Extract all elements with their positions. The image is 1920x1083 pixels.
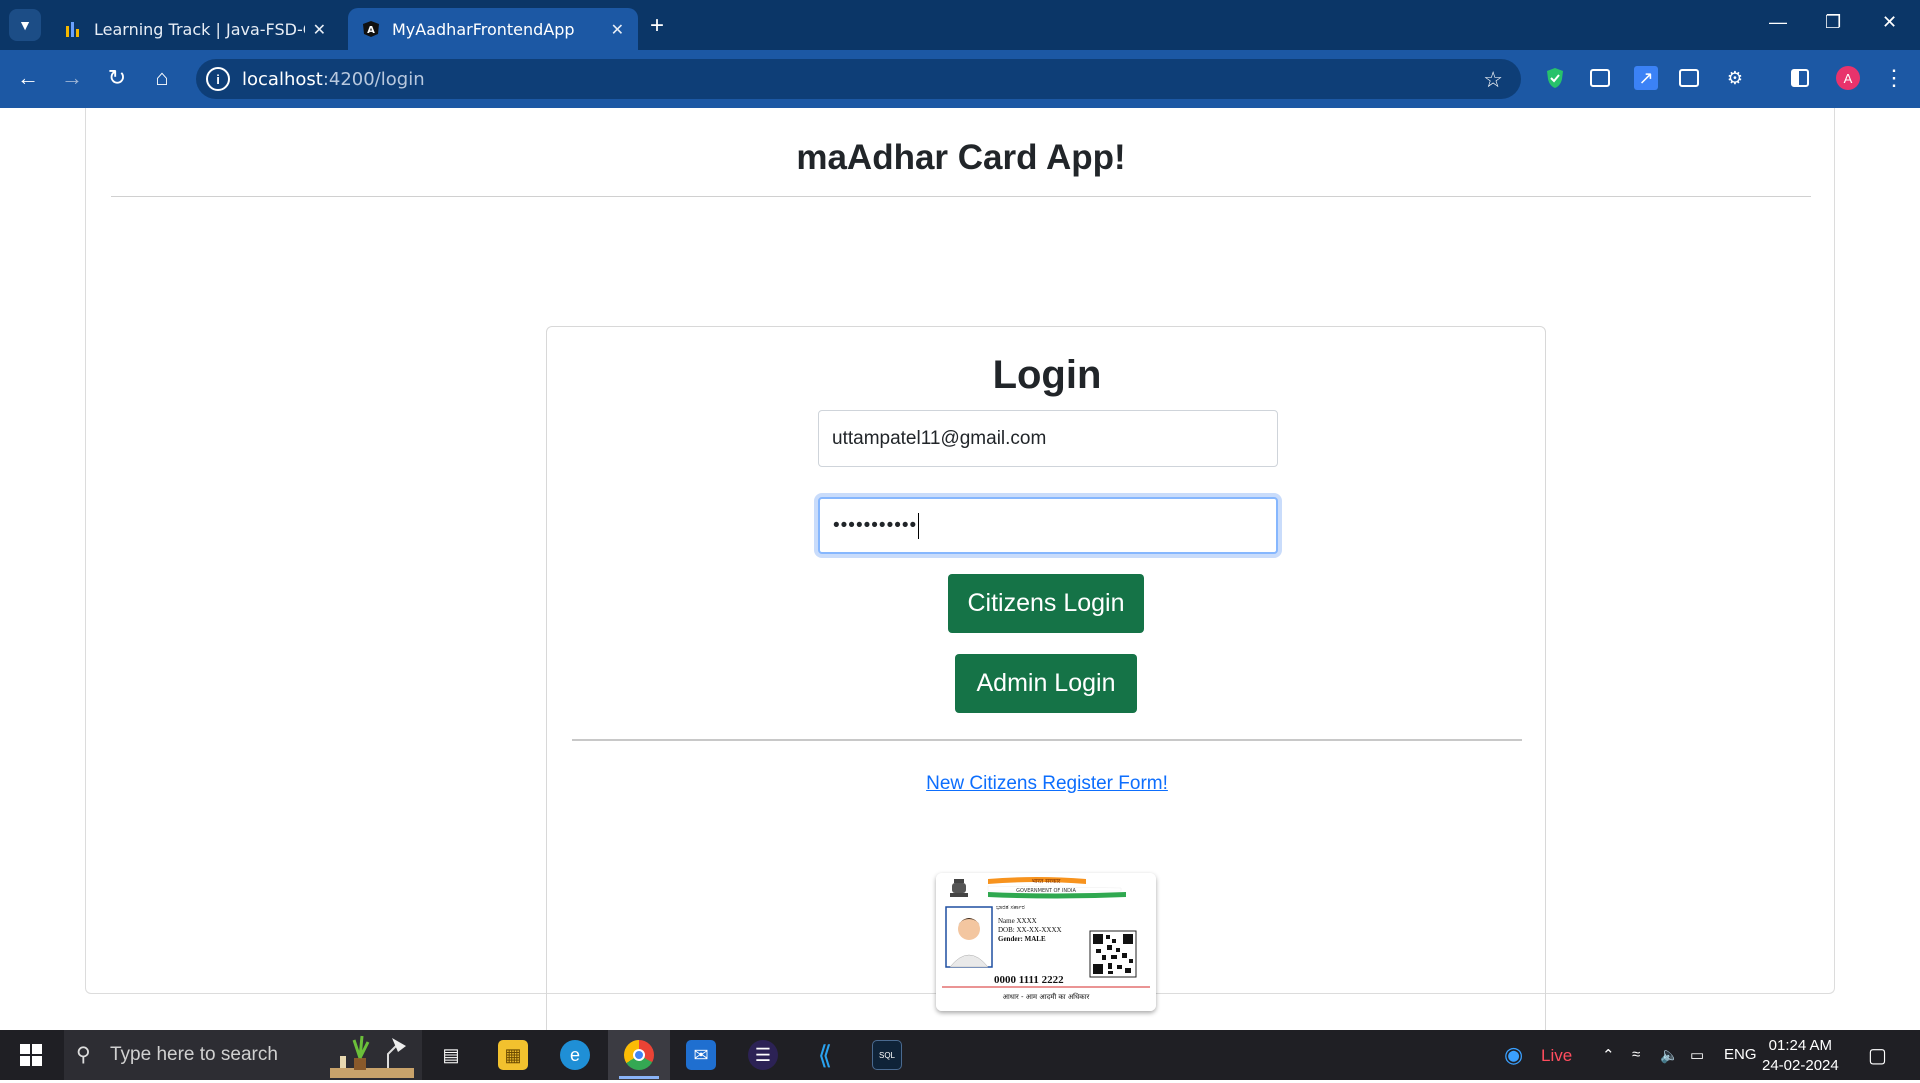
eclipse-ide-icon[interactable]: ☰ <box>748 1040 778 1070</box>
tab-learning-track[interactable]: Learning Track | Java-FSD-Capst ✕ <box>50 8 340 50</box>
login-card: Login uttampatel11@gmail.com •••••••••••… <box>546 326 1546 1078</box>
clock-time: 01:24 AM <box>1768 1037 1833 1054</box>
chrome-browser-icon[interactable] <box>624 1040 654 1070</box>
app-container: maAdhar Card App! Login uttampatel11@gma… <box>85 108 1835 1078</box>
angular-favicon-icon: A <box>362 20 380 38</box>
profile-avatar[interactable]: A <box>1836 66 1860 90</box>
app-title: maAdhar Card App! <box>796 138 1126 177</box>
minimize-icon[interactable]: — <box>1769 12 1787 33</box>
card-gender: Gender: MALE <box>998 935 1046 943</box>
address-bar[interactable]: i localhost:4200/login ☆ <box>196 59 1521 99</box>
login-heading: Login <box>992 353 1102 397</box>
search-icon: ⚲ <box>76 1044 91 1066</box>
gov-header-hindi: भारत सरकार <box>1032 878 1061 885</box>
clock-date: 24-02-2024 <box>1762 1057 1839 1074</box>
news-widget-icon[interactable]: ◉ <box>1504 1042 1523 1068</box>
card-footer: आधार - आम आदमी का अधिकार <box>1003 992 1090 1001</box>
wifi-icon[interactable]: ≈ <box>1632 1046 1640 1063</box>
file-explorer-icon[interactable]: ▦ <box>498 1040 528 1070</box>
card-number: 0000 1111 2222 <box>994 974 1064 986</box>
system-clock[interactable]: 01:24 AM 24-02-2024 <box>1762 1036 1839 1076</box>
bar-chart-favicon-icon <box>64 20 82 38</box>
task-view-icon[interactable]: ▤ <box>436 1040 466 1070</box>
search-highlight-plant-lamp-icon <box>326 1032 416 1078</box>
windows-start-icon[interactable] <box>16 1040 46 1070</box>
aadhaar-card-graphic: भारत सरकार GOVERNMENT OF INDIA ಭಾರತ ಸರ್ಕ… <box>936 873 1156 1011</box>
qr-code-icon <box>1089 930 1137 978</box>
register-form-link[interactable]: New Citizens Register Form! <box>547 773 1547 795</box>
taskbar-search-placeholder: Type here to search <box>110 1044 278 1065</box>
title-divider <box>111 196 1811 197</box>
browser-toolbar: ← → ↻ ⌂ i localhost:4200/login ☆ <box>0 50 1920 108</box>
card-dob: DOB: XX-XX-XXXX <box>998 926 1062 934</box>
resize-extension-icon[interactable]: ↗ <box>1634 66 1658 90</box>
tab-title: Learning Track | Java-FSD-Capst <box>94 19 305 39</box>
back-arrow-icon[interactable]: ← <box>14 65 42 91</box>
url-text: localhost:4200/login <box>242 69 425 90</box>
close-tab-icon[interactable]: ✕ <box>313 20 326 39</box>
svg-text:A: A <box>367 25 375 36</box>
email-value: uttampatel11@gmail.com <box>832 427 1047 449</box>
url-host: localhost <box>242 69 323 90</box>
forward-arrow-icon[interactable]: → <box>58 65 86 91</box>
mail-icon[interactable]: ✉ <box>686 1040 716 1070</box>
admin-login-button[interactable]: Admin Login <box>955 654 1137 713</box>
taskbar-search-box[interactable]: ⚲ Type here to search <box>64 1030 422 1080</box>
close-tab-icon[interactable]: ✕ <box>611 20 624 39</box>
bookmark-star-icon[interactable]: ☆ <box>1483 67 1503 93</box>
chevron-down-icon: ▼ <box>18 17 32 33</box>
side-panel-icon[interactable] <box>1791 69 1809 87</box>
chevron-up-icon[interactable]: ⌃ <box>1602 1046 1615 1064</box>
screen-extension-icon[interactable] <box>1679 69 1699 87</box>
email-field[interactable]: uttampatel11@gmail.com <box>818 410 1278 467</box>
new-tab-plus-icon[interactable]: + <box>650 12 664 40</box>
puzzle-extensions-icon[interactable]: ⚙ <box>1723 66 1747 90</box>
volume-icon[interactable]: 🔈 <box>1660 1046 1679 1064</box>
citizens-login-button[interactable]: Citizens Login <box>948 574 1144 633</box>
tab-title: MyAadharFrontendApp <box>392 19 575 39</box>
password-field[interactable]: ••••••••••• <box>818 497 1278 554</box>
active-app-indicator <box>619 1076 659 1079</box>
url-path: :4200/login <box>322 69 425 90</box>
edge-browser-icon[interactable]: e <box>560 1040 590 1070</box>
reload-icon[interactable]: ↻ <box>103 65 131 91</box>
battery-icon[interactable]: ▭ <box>1690 1046 1704 1064</box>
card-name: Name XXXX <box>998 917 1037 925</box>
tab-my-aadhar-frontend-app[interactable]: A MyAadharFrontendApp ✕ <box>348 8 638 50</box>
window-extension-icon[interactable] <box>1590 69 1610 87</box>
windows-taskbar: ⚲ Type here to search ▤ ▦ e ✉ ☰ ⟪ SQL ◉ … <box>0 1030 1920 1080</box>
card-divider <box>572 739 1522 741</box>
menu-kebab-icon[interactable]: ⋮ <box>1882 65 1906 90</box>
site-info-icon[interactable]: i <box>206 67 230 91</box>
vscode-icon[interactable]: ⟪ <box>810 1040 840 1070</box>
aadhaar-card-image: भारत सरकार GOVERNMENT OF INDIA ಭಾರತ ಸರ್ಕ… <box>936 873 1156 1011</box>
news-live-label[interactable]: Live <box>1541 1046 1572 1066</box>
home-icon[interactable]: ⌂ <box>148 65 176 91</box>
shield-extension-icon[interactable] <box>1543 66 1567 90</box>
text-caret <box>918 512 920 539</box>
browser-tabstrip: ▼ Learning Track | Java-FSD-Capst ✕ A My… <box>0 0 1920 50</box>
tab-search-button[interactable]: ▼ <box>9 9 41 41</box>
gov-header-english: GOVERNMENT OF INDIA <box>1016 888 1076 894</box>
restore-icon[interactable]: ❐ <box>1825 12 1841 33</box>
local-script-line: ಭಾರತ ಸರ್ಕಾರ <box>996 904 1025 911</box>
close-window-icon[interactable]: ✕ <box>1882 12 1897 33</box>
language-indicator[interactable]: ENG <box>1724 1046 1757 1063</box>
password-value: ••••••••••• <box>833 514 918 536</box>
notification-center-icon[interactable]: ▢ <box>1868 1043 1887 1068</box>
mysql-workbench-icon[interactable]: SQL <box>872 1040 902 1070</box>
